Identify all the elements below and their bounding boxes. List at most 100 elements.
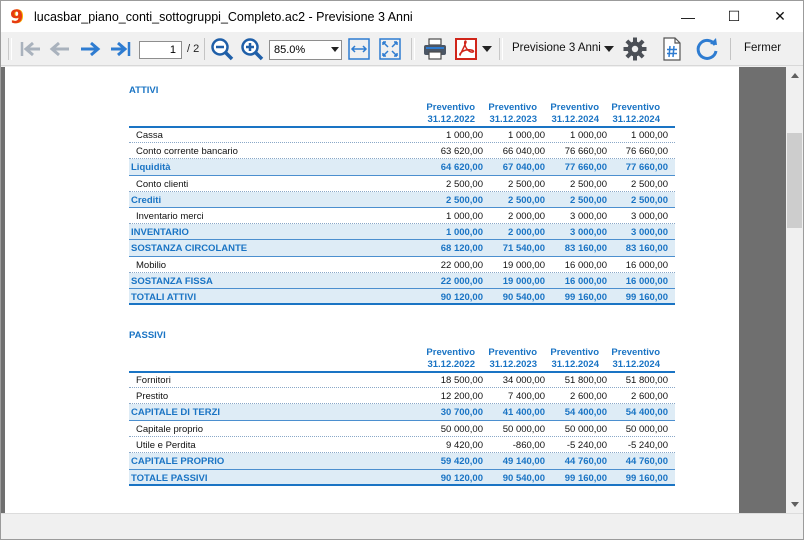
row-value: 2 500,00 <box>631 179 668 190</box>
zoom-in-button[interactable] <box>239 37 265 61</box>
row-value: 51 800,00 <box>625 375 668 386</box>
prev-page-icon <box>49 41 69 57</box>
settings-button[interactable] <box>621 36 649 62</box>
row-value: 2 500,00 <box>570 179 607 190</box>
table-row-total: TOTALE PASSIVI 90 120,00 90 540,00 99 160,0… <box>129 470 675 486</box>
close-window-button[interactable]: ✕ <box>757 1 803 32</box>
refresh-icon <box>696 38 718 60</box>
toolbar-grip[interactable] <box>8 38 12 60</box>
row-value: 1 000,00 <box>508 130 545 141</box>
row-value: 66 040,00 <box>502 146 545 157</box>
row-value: 1 000,00 <box>446 227 483 238</box>
row-value: 54 400,00 <box>564 407 607 418</box>
row-value: 64 620,00 <box>440 162 483 173</box>
column-header-label: Preventivo <box>488 102 537 113</box>
vertical-scrollbar[interactable] <box>786 67 803 513</box>
zoom-select[interactable]: 85.0% <box>269 40 342 60</box>
row-value: 44 760,00 <box>564 456 607 467</box>
toolbar-grip[interactable] <box>499 38 503 60</box>
maximize-icon: ☐ <box>727 8 741 24</box>
toolbar-grip[interactable] <box>411 38 415 60</box>
row-value: 71 540,00 <box>502 243 545 254</box>
last-page-button[interactable] <box>109 37 133 61</box>
column-header-date: 31.12.2024 <box>551 358 599 370</box>
table-row-total: CAPITALE PROPRIO 59 420,00 49 140,00 44 760… <box>129 453 675 470</box>
row-value: 51 800,00 <box>564 375 607 386</box>
table-row-total: SOSTANZA CIRCOLANTE 68 120,00 71 540,00 83 … <box>129 240 675 257</box>
row-value: 2 500,00 <box>446 195 483 206</box>
table-row: Fornitori 18 500,00 34 000,00 51 800,00 51 8… <box>129 372 675 388</box>
row-value: 7 400,00 <box>508 391 545 402</box>
column-header: Preventivo 31.12.2022 <box>417 102 475 125</box>
fit-page-icon <box>379 38 401 60</box>
pdf-export-button[interactable] <box>452 36 480 62</box>
column-header-label: Preventivo <box>550 347 599 358</box>
last-page-icon <box>111 41 131 57</box>
row-value: 2 000,00 <box>508 227 545 238</box>
fit-width-button[interactable] <box>347 37 371 61</box>
row-label: Conto corrente bancario <box>136 146 238 157</box>
row-value: 30 700,00 <box>440 407 483 418</box>
row-value: 67 040,00 <box>502 162 545 173</box>
column-header-label: Preventivo <box>611 347 660 358</box>
toolbar-separator <box>730 38 731 60</box>
row-value: 16 000,00 <box>625 260 668 271</box>
row-label: Conto clienti <box>136 179 189 190</box>
section-title-passivi: PASSIVI <box>129 330 166 341</box>
pdf-icon <box>455 38 477 60</box>
table-row-total: Crediti 2 500,00 2 500,00 2 500,00 2 500,00 <box>129 192 675 208</box>
print-button[interactable] <box>421 36 449 62</box>
row-value: 16 000,00 <box>564 276 607 287</box>
column-header-label: Preventivo <box>426 102 475 113</box>
row-value: 90 540,00 <box>502 473 545 484</box>
row-label: Capitale proprio <box>136 424 204 435</box>
row-value: 50 000,00 <box>502 424 545 435</box>
column-header-date: 31.12.2024 <box>551 113 599 125</box>
pdf-options-button[interactable] <box>481 44 493 54</box>
first-page-button[interactable] <box>18 37 42 61</box>
toolbar: 1 / 2 85.0% Previsione 3 Anni Fermer <box>1 32 803 66</box>
row-value: 2 500,00 <box>631 195 668 206</box>
row-value: 41 400,00 <box>502 407 545 418</box>
table-row: Capitale proprio 50 000,00 50 000,00 50 000… <box>129 421 675 437</box>
first-page-icon <box>20 41 40 57</box>
row-label: Fornitori <box>136 375 171 386</box>
scroll-down-button[interactable] <box>786 496 803 513</box>
row-label: Utile e Perdita <box>136 440 196 451</box>
refresh-button[interactable] <box>693 36 721 62</box>
app-window: 9 lucasbar_piano_conti_sottogruppi_Compl… <box>0 0 804 540</box>
row-value: 3 000,00 <box>570 211 607 222</box>
row-label: Inventario merci <box>136 211 204 222</box>
row-value: 99 160,00 <box>625 292 668 303</box>
fit-page-button[interactable] <box>378 37 402 61</box>
table-row-total: Liquidità 64 620,00 67 040,00 77 660,00 77 6… <box>129 159 675 176</box>
row-value: 68 120,00 <box>440 243 483 254</box>
row-value: 12 200,00 <box>440 391 483 402</box>
row-label: SOSTANZA CIRCOLANTE <box>131 243 248 254</box>
row-value: 50 000,00 <box>440 424 483 435</box>
column-header-date: 31.12.2024 <box>612 358 660 370</box>
scroll-up-button[interactable] <box>786 67 803 84</box>
column-header: Preventivo 31.12.2022 <box>417 347 475 370</box>
table-row: Utile e Perdita 9 420,00 -860,00 -5 240,00 -… <box>129 437 675 453</box>
zoom-out-button[interactable] <box>209 37 235 61</box>
row-value: 76 660,00 <box>564 146 607 157</box>
scroll-thumb[interactable] <box>787 133 802 228</box>
maximize-button[interactable]: ☐ <box>711 1 757 32</box>
row-value: 22 000,00 <box>440 276 483 287</box>
column-header: Preventivo 31.12.2023 <box>479 347 537 370</box>
format-button[interactable] <box>659 36 685 62</box>
minimize-button[interactable]: — <box>665 1 711 32</box>
prev-page-button[interactable] <box>47 37 71 61</box>
row-value: 1 000,00 <box>631 130 668 141</box>
row-label: TOTALI ATTIVI <box>131 292 197 303</box>
close-button[interactable]: Fermer <box>744 42 781 54</box>
row-value: 2 000,00 <box>508 211 545 222</box>
row-value: 83 160,00 <box>564 243 607 254</box>
page-number-input[interactable]: 1 <box>139 41 182 59</box>
row-value: 2 500,00 <box>508 179 545 190</box>
next-page-button[interactable] <box>79 37 103 61</box>
row-value: 3 000,00 <box>631 227 668 238</box>
row-value: 3 000,00 <box>570 227 607 238</box>
row-value: 2 500,00 <box>446 179 483 190</box>
